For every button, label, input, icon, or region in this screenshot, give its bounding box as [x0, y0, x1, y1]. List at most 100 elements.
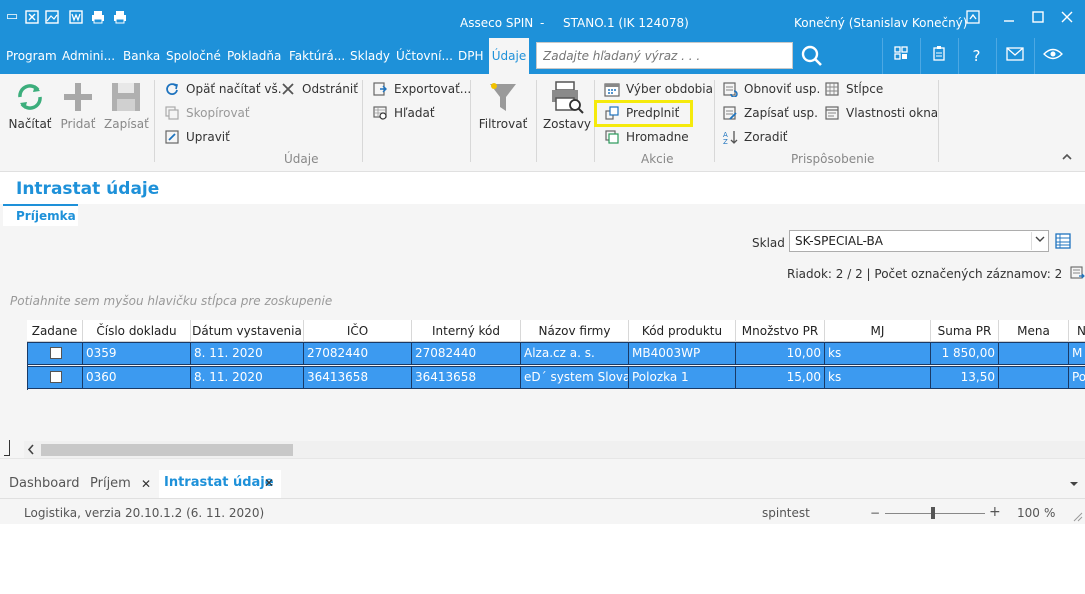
column-header-ico[interactable]: IČO — [304, 320, 412, 342]
column-header-nazov-firmy[interactable]: Názov firmy — [521, 320, 629, 342]
zadane-checkbox[interactable] — [50, 371, 62, 383]
report-icon — [552, 81, 584, 114]
search-input[interactable] — [537, 43, 792, 68]
tab-prijem[interactable]: Príjem — [90, 476, 131, 491]
resize-grip-icon[interactable] — [1073, 512, 1083, 524]
column-header-datum-vystavenia[interactable]: Dátum vystavenia — [191, 320, 304, 342]
zoom-slider[interactable] — [885, 513, 985, 514]
stlpce-button[interactable]: Stĺpce — [824, 79, 883, 99]
upravit-button[interactable]: Upraviť — [164, 127, 230, 147]
vyber-obdobia-label: Výber obdobia — [626, 82, 713, 96]
opat-nacitat-button[interactable]: Opäť načítať vš. — [164, 79, 282, 99]
obnovit-usp-button[interactable]: Obnoviť usp. — [722, 79, 820, 99]
ribbon-collapse-icon[interactable] — [1061, 152, 1073, 165]
refresh-icon — [18, 84, 42, 110]
close-tab-prijem-icon[interactable]: ✕ — [141, 477, 151, 491]
tab-dashboard[interactable]: Dashboard — [9, 476, 80, 491]
cell-zadane — [27, 343, 83, 364]
scrollbar-thumb[interactable] — [41, 444, 293, 456]
zoom-slider-thumb[interactable] — [931, 507, 935, 519]
cell-mena — [999, 367, 1069, 388]
stlpce-label: Stĺpce — [846, 82, 884, 96]
column-header-zadane[interactable]: Zadane — [27, 320, 83, 342]
page-title: Intrastat údaje — [16, 179, 160, 199]
view-button[interactable] — [1034, 38, 1070, 74]
column-header-cislo-dokladu[interactable]: Číslo dokladu — [83, 320, 191, 342]
horizontal-scrollbar[interactable] — [24, 441, 1085, 458]
menu-dph[interactable]: DPH — [458, 49, 484, 63]
sklad-select[interactable]: SK-SPECIAL-BA — [789, 230, 1049, 252]
menu-udaje[interactable]: Údaje — [489, 38, 529, 74]
table-row[interactable]: 0359 8. 11. 2020 27082440 27082440 Alza.… — [27, 342, 1085, 365]
column-header-mnozstvo-pr[interactable]: Množstvo PR — [736, 320, 825, 342]
tab-intrastat-udaje[interactable]: Intrastat údaje — [164, 475, 274, 490]
export-icon — [373, 82, 387, 96]
menu-pokladna[interactable]: Pokladňa — [227, 49, 281, 63]
hladat-button[interactable]: Hľadať — [372, 103, 435, 123]
zoom-in-button[interactable]: + — [989, 504, 1001, 520]
menu-spolocne[interactable]: Spoločné — [166, 49, 221, 63]
print-icon[interactable] — [90, 9, 106, 25]
ribbon-group-prisposobenie: Prispôsobenie — [791, 152, 875, 166]
zoradit-label: Zoradiť — [744, 130, 788, 144]
excel-export-icon[interactable] — [24, 9, 40, 25]
pridat-label: Pridať — [60, 117, 96, 131]
company-name: STANO.1 (IK 124078) — [563, 16, 689, 30]
hromadne-button[interactable]: Hromadne — [604, 127, 689, 147]
layout-button[interactable] — [882, 38, 918, 74]
nacitat-button[interactable]: Načítať — [8, 80, 52, 131]
image-export-icon[interactable] — [44, 9, 60, 25]
search-button[interactable] — [795, 42, 829, 69]
minimize-icon[interactable] — [1001, 10, 1017, 26]
cell-mnozstvo-pr: 10,00 — [736, 343, 825, 364]
chevron-down-icon[interactable] — [1031, 232, 1047, 250]
zoom-out-button[interactable]: − — [870, 506, 880, 520]
vlastnosti-okna-button[interactable]: Vlastnosti okna — [824, 103, 938, 123]
help-button[interactable]: ? — [958, 38, 994, 74]
menu-program[interactable]: Program — [6, 49, 57, 63]
skopirovat-button[interactable]: Skopírovať — [164, 103, 250, 123]
cell-mj: ks — [825, 343, 931, 364]
filtrovat-button[interactable]: Filtrovať — [478, 80, 528, 131]
odstranit-button[interactable]: Odstrániť — [280, 79, 358, 99]
tabs-dropdown-icon[interactable] — [1069, 480, 1079, 491]
upravit-label: Upraviť — [186, 130, 230, 144]
column-header-interny-kod[interactable]: Interný kód — [412, 320, 521, 342]
zoradit-button[interactable]: AZ Zoradiť — [722, 127, 788, 147]
vyber-obdobia-button[interactable]: Výber obdobia — [604, 79, 713, 99]
column-header-mj[interactable]: MJ — [825, 320, 931, 342]
delete-icon — [282, 83, 294, 95]
zapisat-usp-button[interactable]: Zapísať usp. — [722, 103, 818, 123]
pridat-button[interactable]: Pridať — [58, 80, 98, 131]
menu-sklady[interactable]: Sklady — [350, 49, 390, 63]
help-icon: ? — [972, 47, 981, 65]
close-icon[interactable] — [1059, 10, 1075, 26]
cell-mena — [999, 343, 1069, 364]
window-icon[interactable]: ▭ — [4, 9, 20, 25]
column-header-mena[interactable]: Mena — [999, 320, 1069, 342]
menu-banka[interactable]: Banka — [123, 49, 160, 63]
word-export-icon[interactable] — [68, 9, 84, 25]
maximize-icon[interactable] — [1030, 10, 1046, 26]
zapisat-button[interactable]: Zapísať — [104, 80, 149, 131]
predplnit-highlight — [594, 100, 693, 127]
zadane-checkbox[interactable] — [50, 347, 62, 359]
table-row[interactable]: 0360 8. 11. 2020 36413658 36413658 eD´ s… — [27, 366, 1085, 389]
clipboard-button[interactable] — [920, 38, 956, 74]
zostavy-label: Zostavy — [542, 117, 592, 131]
menu-fakturacia[interactable]: Faktúrá... — [289, 49, 345, 63]
close-tab-intrastat-icon[interactable]: ✕ — [264, 476, 274, 490]
ribbon: Načítať Pridať Zapísať Opäť načítať vš. … — [0, 74, 1085, 172]
restore-layout-icon[interactable] — [965, 10, 981, 26]
tab-prijemka[interactable]: Príjemka — [3, 204, 78, 226]
column-header-kod-produktu[interactable]: Kód produktu — [629, 320, 736, 342]
exportovat-button[interactable]: Exportovať... — [372, 79, 471, 99]
mail-button[interactable] — [996, 38, 1032, 74]
menu-administracia[interactable]: Admini... — [62, 49, 115, 63]
menu-uctovnictvo[interactable]: Účtovní... — [396, 49, 453, 63]
print-preview-icon[interactable] — [112, 9, 128, 25]
table-settings-icon[interactable] — [1055, 233, 1071, 249]
zostavy-button[interactable]: Zostavy — [542, 80, 592, 131]
column-header-suma-pr[interactable]: Suma PR — [931, 320, 999, 342]
column-header-n[interactable]: N — [1069, 320, 1085, 342]
